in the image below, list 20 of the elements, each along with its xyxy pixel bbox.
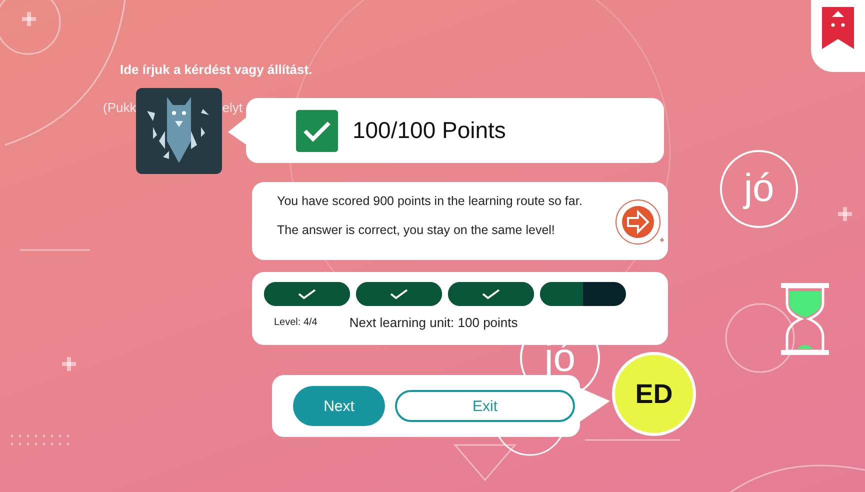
check-icon [303,120,332,142]
level-label: Level: 4/4 [274,317,318,328]
check-icon [389,288,409,300]
decor-word: jó [720,150,798,228]
points-score: 100/100 Points [352,117,506,144]
message-text: The answer is correct, you stay on the same level! [277,223,556,237]
wolf-avatar-icon [136,88,222,174]
question-subtitle: elyt [222,100,242,115]
message-text: You have scored 900 points in the learning route so far. [277,194,584,208]
exit-button[interactable]: Exit [395,390,575,422]
check-icon [297,288,317,300]
question-subtitle: (Pukk [103,100,136,115]
hourglass-icon [779,281,831,357]
question-title: Ide írjuk a kérdést vagy állítást. [120,62,314,79]
bookmark-badge[interactable] [811,0,865,72]
next-unit-text: Next learning unit: 100 points [349,315,518,330]
user-avatar: ED [612,352,696,436]
ribbon-icon [822,7,854,49]
next-button[interactable]: Next [293,386,385,426]
check-icon [481,288,501,300]
